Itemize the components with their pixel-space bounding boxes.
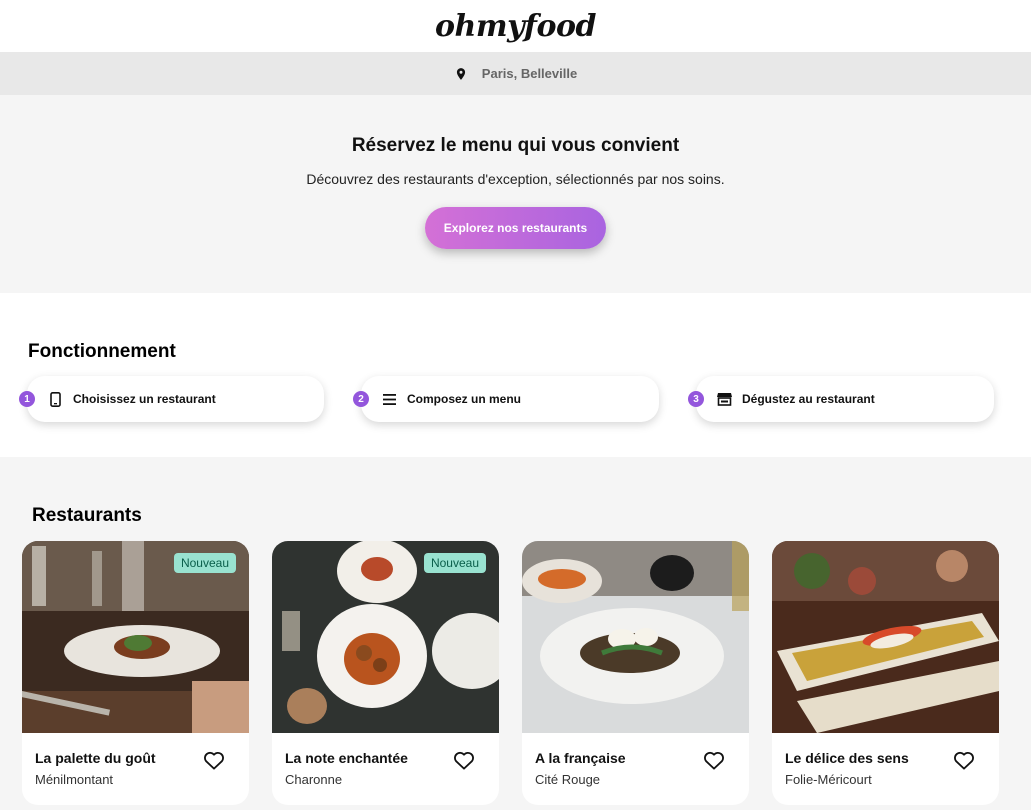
restaurant-card[interactable]: Nouveau La palette du goût Ménilmontant bbox=[22, 541, 249, 805]
restaurant-name: La palette du goût bbox=[35, 750, 156, 766]
heart-icon[interactable] bbox=[703, 750, 725, 770]
restaurant-photo bbox=[522, 541, 749, 733]
list-icon bbox=[381, 391, 397, 407]
step-number: 2 bbox=[353, 391, 369, 407]
step-compose-menu: 2 Composez un menu bbox=[353, 376, 659, 422]
site-header: ohmyfood bbox=[0, 0, 1031, 52]
step-choose-restaurant: 1 Choisissez un restaurant bbox=[19, 376, 324, 422]
restaurant-card[interactable]: A la française Cité Rouge bbox=[522, 541, 749, 805]
restaurant-area: Cité Rouge bbox=[535, 772, 601, 787]
mobile-phone-icon bbox=[47, 391, 63, 407]
restaurant-photo bbox=[772, 541, 999, 733]
restaurant-name: A la française bbox=[535, 750, 626, 766]
explore-restaurants-button[interactable]: Explorez nos restaurants bbox=[425, 207, 606, 249]
store-icon bbox=[716, 391, 732, 407]
hero-subtitle: Découvrez des restaurants d'exception, s… bbox=[306, 171, 725, 187]
step-label: Choisissez un restaurant bbox=[73, 392, 216, 406]
heart-icon[interactable] bbox=[953, 750, 975, 770]
restaurant-area: Folie-Méricourt bbox=[785, 772, 872, 787]
restaurant-area: Charonne bbox=[285, 772, 343, 787]
hero-section: Réservez le menu qui vous convient Décou… bbox=[0, 95, 1031, 293]
restaurant-area: Ménilmontant bbox=[35, 772, 114, 787]
restaurant-name: Le délice des sens bbox=[785, 750, 909, 766]
step-label: Dégustez au restaurant bbox=[742, 392, 875, 406]
logo[interactable]: ohmyfood bbox=[435, 9, 596, 44]
location-label[interactable]: Paris, Belleville bbox=[482, 66, 577, 81]
step-enjoy-restaurant: 3 Dégustez au restaurant bbox=[688, 376, 994, 422]
section-title: Fonctionnement bbox=[28, 341, 176, 362]
new-badge: Nouveau bbox=[423, 553, 486, 573]
heart-icon[interactable] bbox=[203, 750, 225, 770]
new-badge: Nouveau bbox=[173, 553, 236, 573]
hero-title: Réservez le menu qui vous convient bbox=[351, 135, 680, 156]
step-label: Composez un menu bbox=[407, 392, 522, 406]
step-number: 1 bbox=[19, 391, 35, 407]
restaurant-card[interactable]: Le délice des sens Folie-Méricourt bbox=[772, 541, 999, 805]
how-it-works-section: Fonctionnement 1 Choisissez un restauran… bbox=[0, 293, 1031, 457]
restaurant-card[interactable]: Nouveau La note enchantée Charonne bbox=[272, 541, 499, 805]
location-bar: Paris, Belleville bbox=[0, 52, 1031, 95]
step-number: 3 bbox=[688, 391, 704, 407]
restaurants-section: Restaurants Nouveau La palette du goût M… bbox=[0, 457, 1031, 810]
restaurant-name: La note enchantée bbox=[285, 750, 408, 766]
section-title: Restaurants bbox=[32, 505, 142, 526]
map-pin-icon bbox=[454, 67, 468, 81]
heart-icon[interactable] bbox=[453, 750, 475, 770]
